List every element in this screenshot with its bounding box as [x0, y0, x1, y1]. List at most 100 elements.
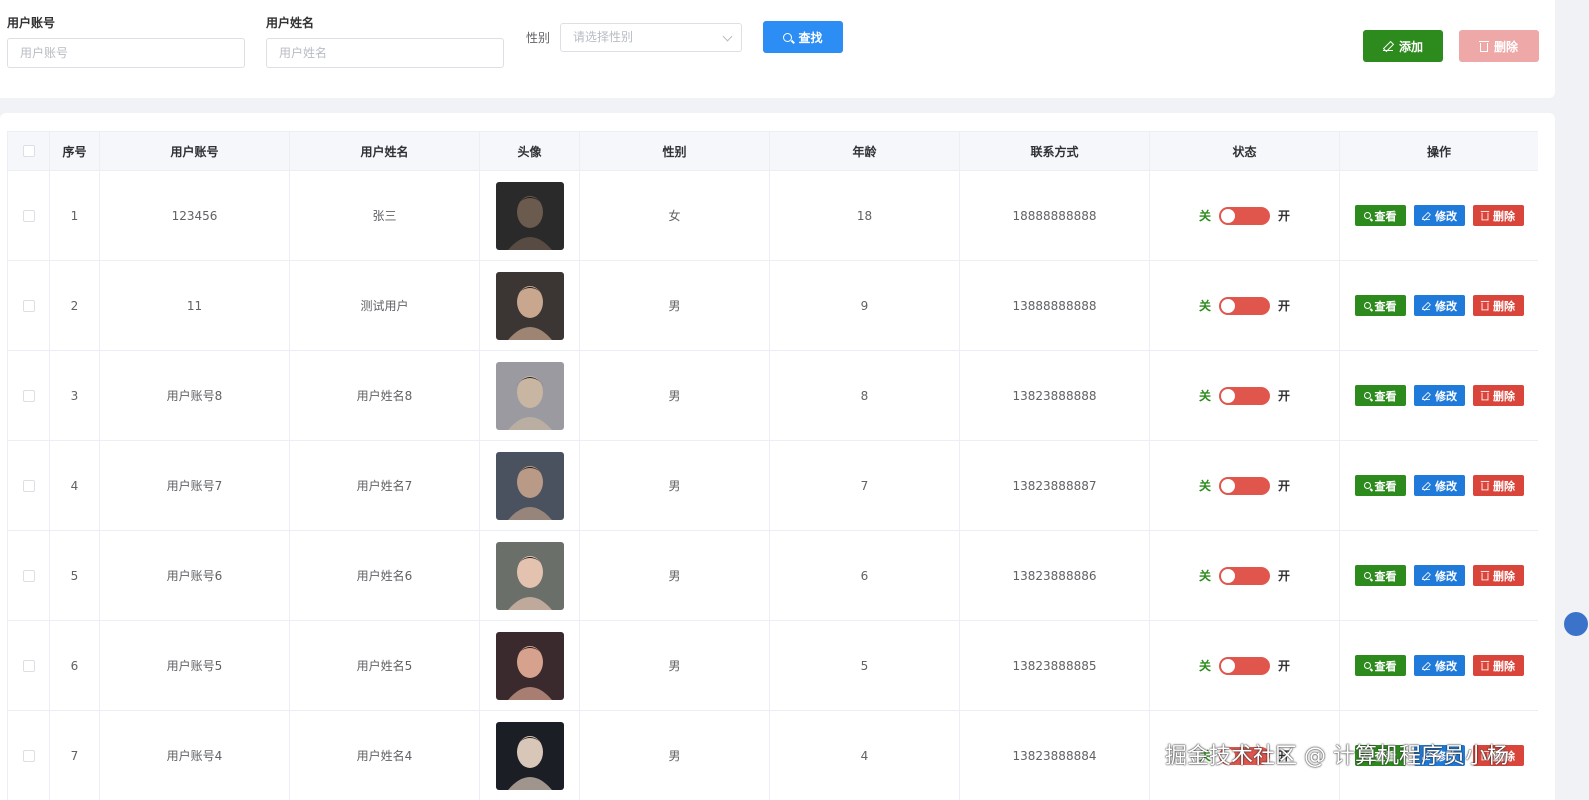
status-toggle[interactable]: [1219, 296, 1270, 315]
row-actions-cell: 查看 修改 删除: [1340, 351, 1538, 441]
delete-button-label: 删除: [1493, 569, 1515, 583]
avatar[interactable]: [495, 541, 564, 610]
select-all-checkbox[interactable]: [22, 145, 35, 157]
row-actions-cell: 查看 修改 删除: [1340, 441, 1538, 531]
row-status-cell: 关开: [1150, 171, 1340, 261]
switch-on-label: 开: [1278, 209, 1291, 223]
row-phone: 13823888885: [960, 621, 1150, 711]
edit-button[interactable]: 修改: [1413, 205, 1465, 226]
row-actions: 查看 修改 删除: [1354, 385, 1524, 406]
status-toggle[interactable]: [1219, 656, 1270, 675]
row-name: 用户姓名4: [290, 711, 480, 800]
view-button[interactable]: 查看: [1354, 655, 1406, 676]
delete-button-label: 删除: [1493, 299, 1515, 313]
row-avatar-cell: [480, 351, 580, 441]
row-phone: 13823888886: [960, 531, 1150, 621]
view-button[interactable]: 查看: [1354, 475, 1406, 496]
row-checkbox[interactable]: [22, 209, 35, 222]
delete-button-label: 删除: [1493, 659, 1515, 673]
row-avatar-cell: [480, 531, 580, 621]
edit-button[interactable]: 修改: [1413, 295, 1465, 316]
avatar[interactable]: [495, 181, 564, 250]
gender-select[interactable]: 请选择性别: [560, 23, 742, 52]
row-phone: 13823888888: [960, 351, 1150, 441]
delete-button[interactable]: 删除: [1472, 565, 1524, 586]
status-toggle[interactable]: [1219, 386, 1270, 405]
delete-button[interactable]: 删除: [1472, 475, 1524, 496]
row-age: 5: [770, 621, 960, 711]
status-toggle[interactable]: [1219, 476, 1270, 495]
switch-off-label: 关: [1198, 389, 1211, 403]
add-button[interactable]: 添加: [1363, 30, 1443, 62]
row-avatar-cell: [480, 171, 580, 261]
edit-button[interactable]: 修改: [1413, 385, 1465, 406]
edit-button[interactable]: 修改: [1413, 655, 1465, 676]
avatar[interactable]: [495, 451, 564, 520]
row-age: 18: [770, 171, 960, 261]
search-icon: [1363, 302, 1371, 309]
switch-off-label: 关: [1198, 299, 1211, 313]
view-button[interactable]: 查看: [1354, 565, 1406, 586]
header-index: 序号: [50, 132, 100, 171]
status-toggle[interactable]: [1219, 206, 1270, 225]
row-checkbox-cell: [8, 621, 50, 711]
row-checkbox-cell: [8, 261, 50, 351]
switch-on-label: 开: [1278, 569, 1291, 583]
row-account: 用户账号8: [100, 351, 290, 441]
switch-off-label: 关: [1198, 209, 1211, 223]
row-checkbox[interactable]: [22, 749, 35, 762]
header-actions: 操作: [1340, 132, 1538, 171]
status-switch-group: 关开: [1198, 386, 1290, 405]
avatar[interactable]: [495, 631, 564, 700]
search-button[interactable]: 查找: [763, 21, 843, 53]
avatar[interactable]: [495, 721, 564, 790]
row-checkbox[interactable]: [22, 479, 35, 492]
table-row: 6 用户账号5 用户姓名5 男 5 13823888885 关开查看 修改 删除: [8, 621, 1538, 711]
row-index: 2: [50, 261, 100, 351]
view-button[interactable]: 查看: [1354, 295, 1406, 316]
add-button-label: 添加: [1398, 39, 1423, 54]
delete-button[interactable]: 删除: [1472, 205, 1524, 226]
edit-button[interactable]: 修改: [1413, 565, 1465, 586]
delete-button-label: 删除: [1493, 479, 1515, 493]
header-age: 年龄: [770, 132, 960, 171]
view-button[interactable]: 查看: [1354, 205, 1406, 226]
row-actions: 查看 修改 删除: [1354, 565, 1524, 586]
row-checkbox[interactable]: [22, 299, 35, 312]
row-checkbox[interactable]: [22, 659, 35, 672]
search-icon: [1363, 482, 1371, 489]
table-row: 1 123456 张三女 18 18888888888 关开查看 修改 删除: [8, 171, 1538, 261]
avatar[interactable]: [495, 271, 564, 340]
side-float-button[interactable]: [1564, 612, 1588, 636]
row-actions-cell: 查看 修改 删除: [1340, 261, 1538, 351]
table-header-row: 序号 用户账号 用户姓名 头像 性别 年龄 联系方式 状态 操作: [8, 132, 1538, 171]
header-account: 用户账号: [100, 132, 290, 171]
toggle-knob: [1221, 388, 1235, 403]
name-label: 用户姓名: [266, 16, 315, 30]
avatar[interactable]: [495, 361, 564, 430]
row-checkbox[interactable]: [22, 389, 35, 402]
row-index: 6: [50, 621, 100, 711]
batch-delete-button[interactable]: 删除: [1459, 30, 1539, 62]
name-search-input[interactable]: [266, 38, 504, 68]
status-toggle[interactable]: [1219, 566, 1270, 585]
delete-button[interactable]: 删除: [1472, 385, 1524, 406]
row-checkbox[interactable]: [22, 569, 35, 582]
status-switch-group: 关开: [1199, 656, 1291, 675]
row-actions-cell: 查看 修改 删除: [1340, 171, 1538, 261]
row-phone: 13888888888: [960, 261, 1150, 351]
row-age: 4: [770, 711, 960, 800]
view-button[interactable]: 查看: [1354, 385, 1406, 406]
status-switch-group: 关开: [1198, 296, 1290, 315]
row-phone: 18888888888: [960, 171, 1150, 261]
account-search-input[interactable]: [7, 38, 245, 68]
edit-button[interactable]: 修改: [1413, 475, 1465, 496]
switch-on-label: 开: [1278, 659, 1291, 673]
row-account: 用户账号7: [100, 441, 290, 531]
view-button-label: 查看: [1374, 389, 1397, 403]
row-status-cell: 关开: [1150, 621, 1340, 711]
delete-button[interactable]: 删除: [1472, 655, 1524, 676]
header-avatar: 头像: [480, 132, 580, 171]
delete-button[interactable]: 删除: [1472, 295, 1524, 316]
view-button-label: 查看: [1374, 479, 1397, 493]
